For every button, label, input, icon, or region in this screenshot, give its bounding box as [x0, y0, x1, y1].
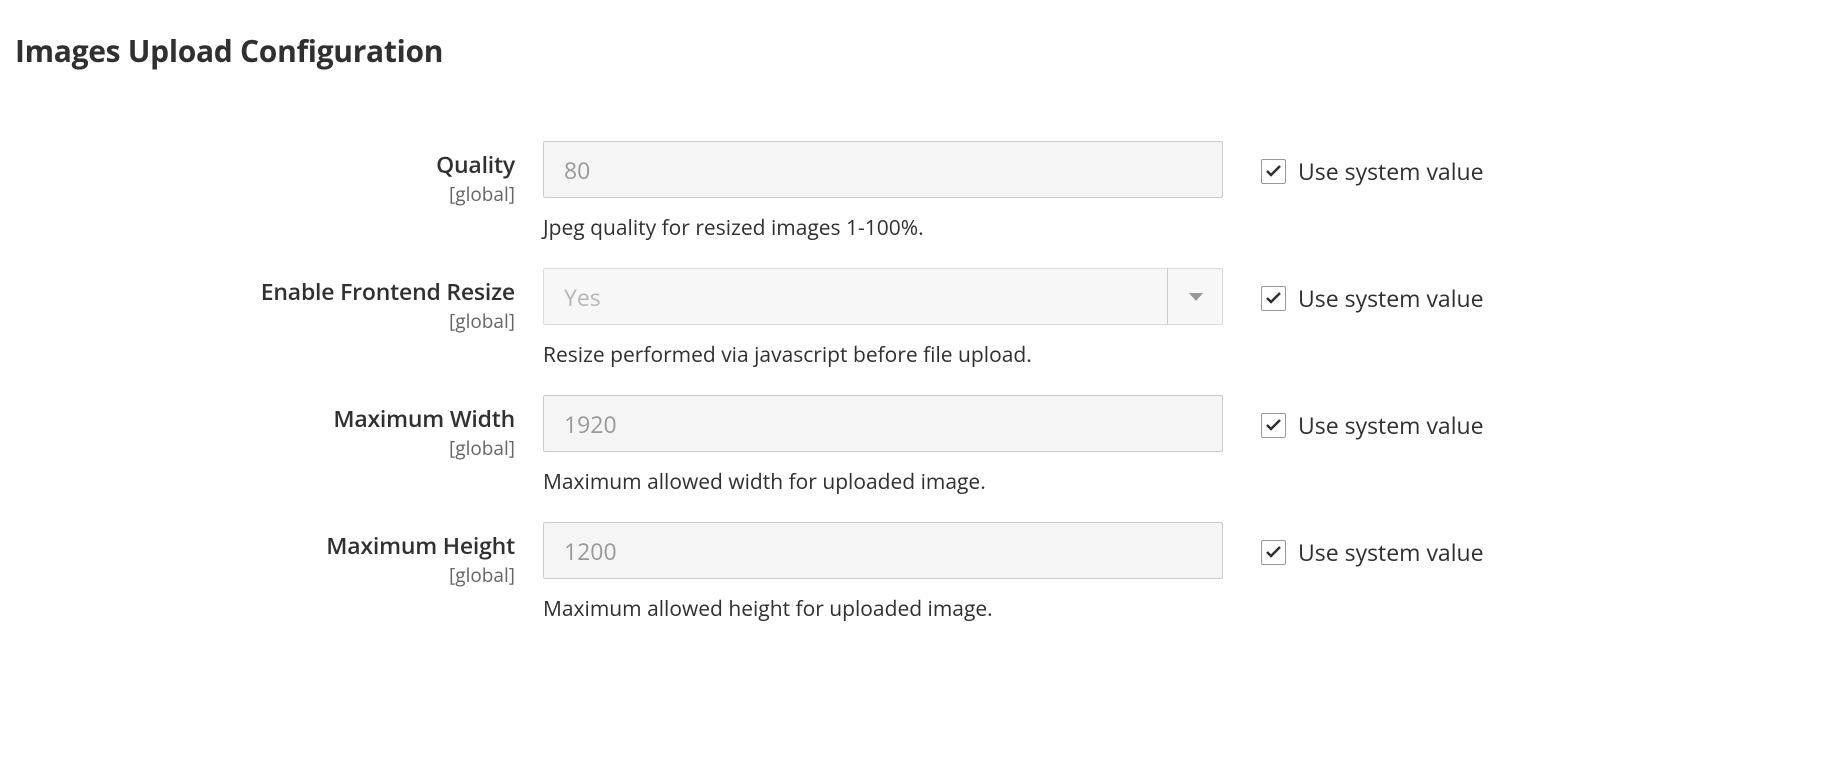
- max-width-input[interactable]: [543, 395, 1223, 452]
- field-system-col: Use system value: [1223, 522, 1484, 568]
- max-height-scope: [global]: [15, 562, 515, 589]
- field-input-col: Jpeg quality for resized images 1-100%.: [543, 141, 1223, 242]
- frontend-resize-use-system-checkbox[interactable]: Use system value: [1261, 282, 1484, 314]
- use-system-label: Use system value: [1298, 536, 1484, 568]
- max-height-use-system-checkbox[interactable]: Use system value: [1261, 536, 1484, 568]
- field-label-col: Maximum Height [global]: [15, 522, 543, 588]
- max-width-help: Maximum allowed width for uploaded image…: [543, 468, 1223, 496]
- field-system-col: Use system value: [1223, 395, 1484, 441]
- config-fields: Quality [global] Jpeg quality for resize…: [15, 141, 1811, 623]
- use-system-label: Use system value: [1298, 409, 1484, 441]
- checkbox-box: [1261, 286, 1286, 311]
- frontend-resize-select[interactable]: Yes: [543, 268, 1223, 325]
- max-width-use-system-checkbox[interactable]: Use system value: [1261, 409, 1484, 441]
- use-system-label: Use system value: [1298, 155, 1484, 187]
- quality-use-system-checkbox[interactable]: Use system value: [1261, 155, 1484, 187]
- field-input-col: Maximum allowed height for uploaded imag…: [543, 522, 1223, 623]
- field-input-col: Yes Resize performed via javascript befo…: [543, 268, 1223, 369]
- max-height-input[interactable]: [543, 522, 1223, 579]
- use-system-label: Use system value: [1298, 282, 1484, 314]
- quality-scope: [global]: [15, 181, 515, 208]
- field-label-col: Maximum Width [global]: [15, 395, 543, 461]
- quality-label: Quality: [15, 151, 515, 179]
- field-input-col: Maximum allowed width for uploaded image…: [543, 395, 1223, 496]
- checkbox-box: [1261, 413, 1286, 438]
- select-wrapper: Yes: [543, 268, 1223, 325]
- field-label-col: Enable Frontend Resize [global]: [15, 268, 543, 334]
- field-system-col: Use system value: [1223, 268, 1484, 314]
- field-row-quality: Quality [global] Jpeg quality for resize…: [15, 141, 1811, 242]
- frontend-resize-help: Resize performed via javascript before f…: [543, 341, 1223, 369]
- max-height-label: Maximum Height: [15, 532, 515, 560]
- field-label-col: Quality [global]: [15, 141, 543, 207]
- checkbox-box: [1261, 159, 1286, 184]
- max-height-help: Maximum allowed height for uploaded imag…: [543, 595, 1223, 623]
- checkbox-box: [1261, 540, 1286, 565]
- frontend-resize-label: Enable Frontend Resize: [15, 278, 515, 306]
- max-width-label: Maximum Width: [15, 405, 515, 433]
- field-system-col: Use system value: [1223, 141, 1484, 187]
- field-row-max-width: Maximum Width [global] Maximum allowed w…: [15, 395, 1811, 496]
- frontend-resize-scope: [global]: [15, 308, 515, 335]
- check-icon: [1266, 419, 1281, 431]
- quality-input[interactable]: [543, 141, 1223, 198]
- quality-help: Jpeg quality for resized images 1-100%.: [543, 214, 1223, 242]
- check-icon: [1266, 165, 1281, 177]
- check-icon: [1266, 292, 1281, 304]
- field-row-frontend-resize: Enable Frontend Resize [global] Yes Resi…: [15, 268, 1811, 369]
- check-icon: [1266, 546, 1281, 558]
- field-row-max-height: Maximum Height [global] Maximum allowed …: [15, 522, 1811, 623]
- max-width-scope: [global]: [15, 435, 515, 462]
- section-title: Images Upload Configuration: [15, 30, 1811, 71]
